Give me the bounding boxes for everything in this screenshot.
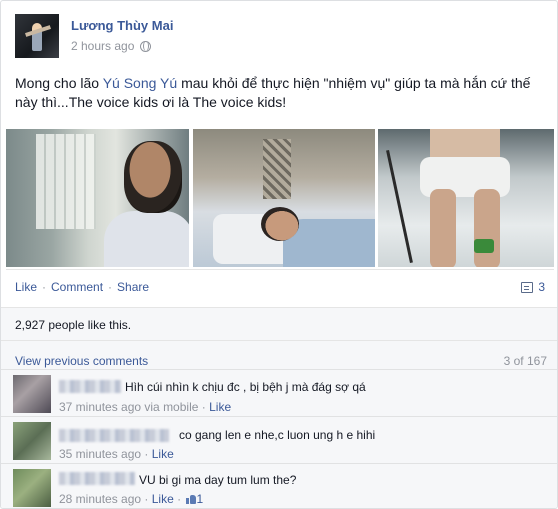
comment-item: co gang len e nhe,c luon ung h e hihi 35… xyxy=(1,416,557,463)
comment-button[interactable]: Comment xyxy=(51,280,103,294)
head-shape xyxy=(124,141,182,213)
commenter-name-blurred[interactable] xyxy=(59,472,135,485)
post-text-part1: Mong cho lão xyxy=(15,75,103,91)
comment-meta: 35 minutes ago · Like xyxy=(59,447,174,461)
divider xyxy=(6,269,554,270)
action-bar: Like · Comment · Share xyxy=(15,280,149,294)
share-count[interactable]: 3 xyxy=(521,280,545,294)
share-count-value: 3 xyxy=(538,280,545,294)
commenter-avatar[interactable] xyxy=(13,422,51,460)
likes-count[interactable]: 2,927 people like this. xyxy=(15,318,131,332)
comment-text: VU bi gi ma day tum lum the? xyxy=(139,473,297,487)
meta-separator: · xyxy=(177,492,182,506)
meta-separator: · xyxy=(144,492,149,506)
meta-separator: · xyxy=(144,447,149,461)
post-text: Mong cho lão Yú Song Yú mau khỏi để thực… xyxy=(15,74,545,112)
comment-meta: 28 minutes ago · Like · 1 xyxy=(59,492,203,506)
tagged-friend-link[interactable]: Yú Song Yú xyxy=(103,75,177,91)
comment-item: VU bi gi ma day tum lum the? 28 minutes … xyxy=(1,463,557,508)
commenter-avatar[interactable] xyxy=(13,375,51,413)
comment-text: Hìh cúi nhìn k chịu đc , bị bệh j mà đág… xyxy=(125,380,366,394)
post-timestamp[interactable]: 2 hours ago xyxy=(71,39,134,53)
hospital-photo-3[interactable] xyxy=(378,129,554,267)
comment-time[interactable]: 37 minutes ago via mobile xyxy=(59,400,198,414)
share-button[interactable]: Share xyxy=(117,280,149,294)
post-card: Lương Thùy Mai 2 hours ago Mong cho lão … xyxy=(0,0,558,509)
thumbs-up-icon xyxy=(186,494,197,504)
comment-time[interactable]: 28 minutes ago xyxy=(59,492,141,506)
commenter-name-blurred[interactable] xyxy=(59,380,121,393)
window-blinds xyxy=(36,134,96,229)
share-icon xyxy=(521,281,534,293)
bed-rail xyxy=(263,139,291,199)
post-meta: 2 hours ago xyxy=(71,39,152,53)
comment-text: co gang len e nhe,c luon ung h e hihi xyxy=(179,428,376,442)
like-button[interactable]: Like xyxy=(15,280,37,294)
wire-shape xyxy=(386,149,413,264)
hospital-photo-1[interactable] xyxy=(6,129,189,267)
pulse-clip-shape xyxy=(474,239,494,253)
leg-right-shape xyxy=(474,189,500,267)
comment-like-button[interactable]: Like xyxy=(152,492,174,506)
author-avatar[interactable] xyxy=(15,14,59,58)
hospital-photo-2[interactable] xyxy=(193,129,375,267)
author-name[interactable]: Lương Thùy Mai xyxy=(71,18,173,33)
commenter-name-blurred[interactable] xyxy=(59,429,169,442)
view-previous-comments-link[interactable]: View previous comments xyxy=(15,354,148,368)
action-separator: · xyxy=(42,280,47,294)
comment-like-button[interactable]: Like xyxy=(152,447,174,461)
shirt-shape xyxy=(104,211,189,267)
comment-item: Hìh cúi nhìn k chịu đc , bị bệh j mà đág… xyxy=(1,369,557,416)
action-separator: · xyxy=(108,280,113,294)
comment-meta: 37 minutes ago via mobile · Like xyxy=(59,400,231,414)
like-count-value: 1 xyxy=(196,492,204,506)
comment-time[interactable]: 35 minutes ago xyxy=(59,447,141,461)
comment-like-button[interactable]: Like xyxy=(209,400,231,414)
meta-separator: · xyxy=(201,400,206,414)
comment-like-count[interactable]: 1 xyxy=(184,492,203,506)
comment-count: 3 of 167 xyxy=(503,354,547,368)
photo-grid xyxy=(6,129,554,267)
leg-left-shape xyxy=(430,189,456,267)
commenter-avatar[interactable] xyxy=(13,469,51,507)
face-shape xyxy=(261,207,299,241)
globe-icon[interactable] xyxy=(140,40,152,52)
